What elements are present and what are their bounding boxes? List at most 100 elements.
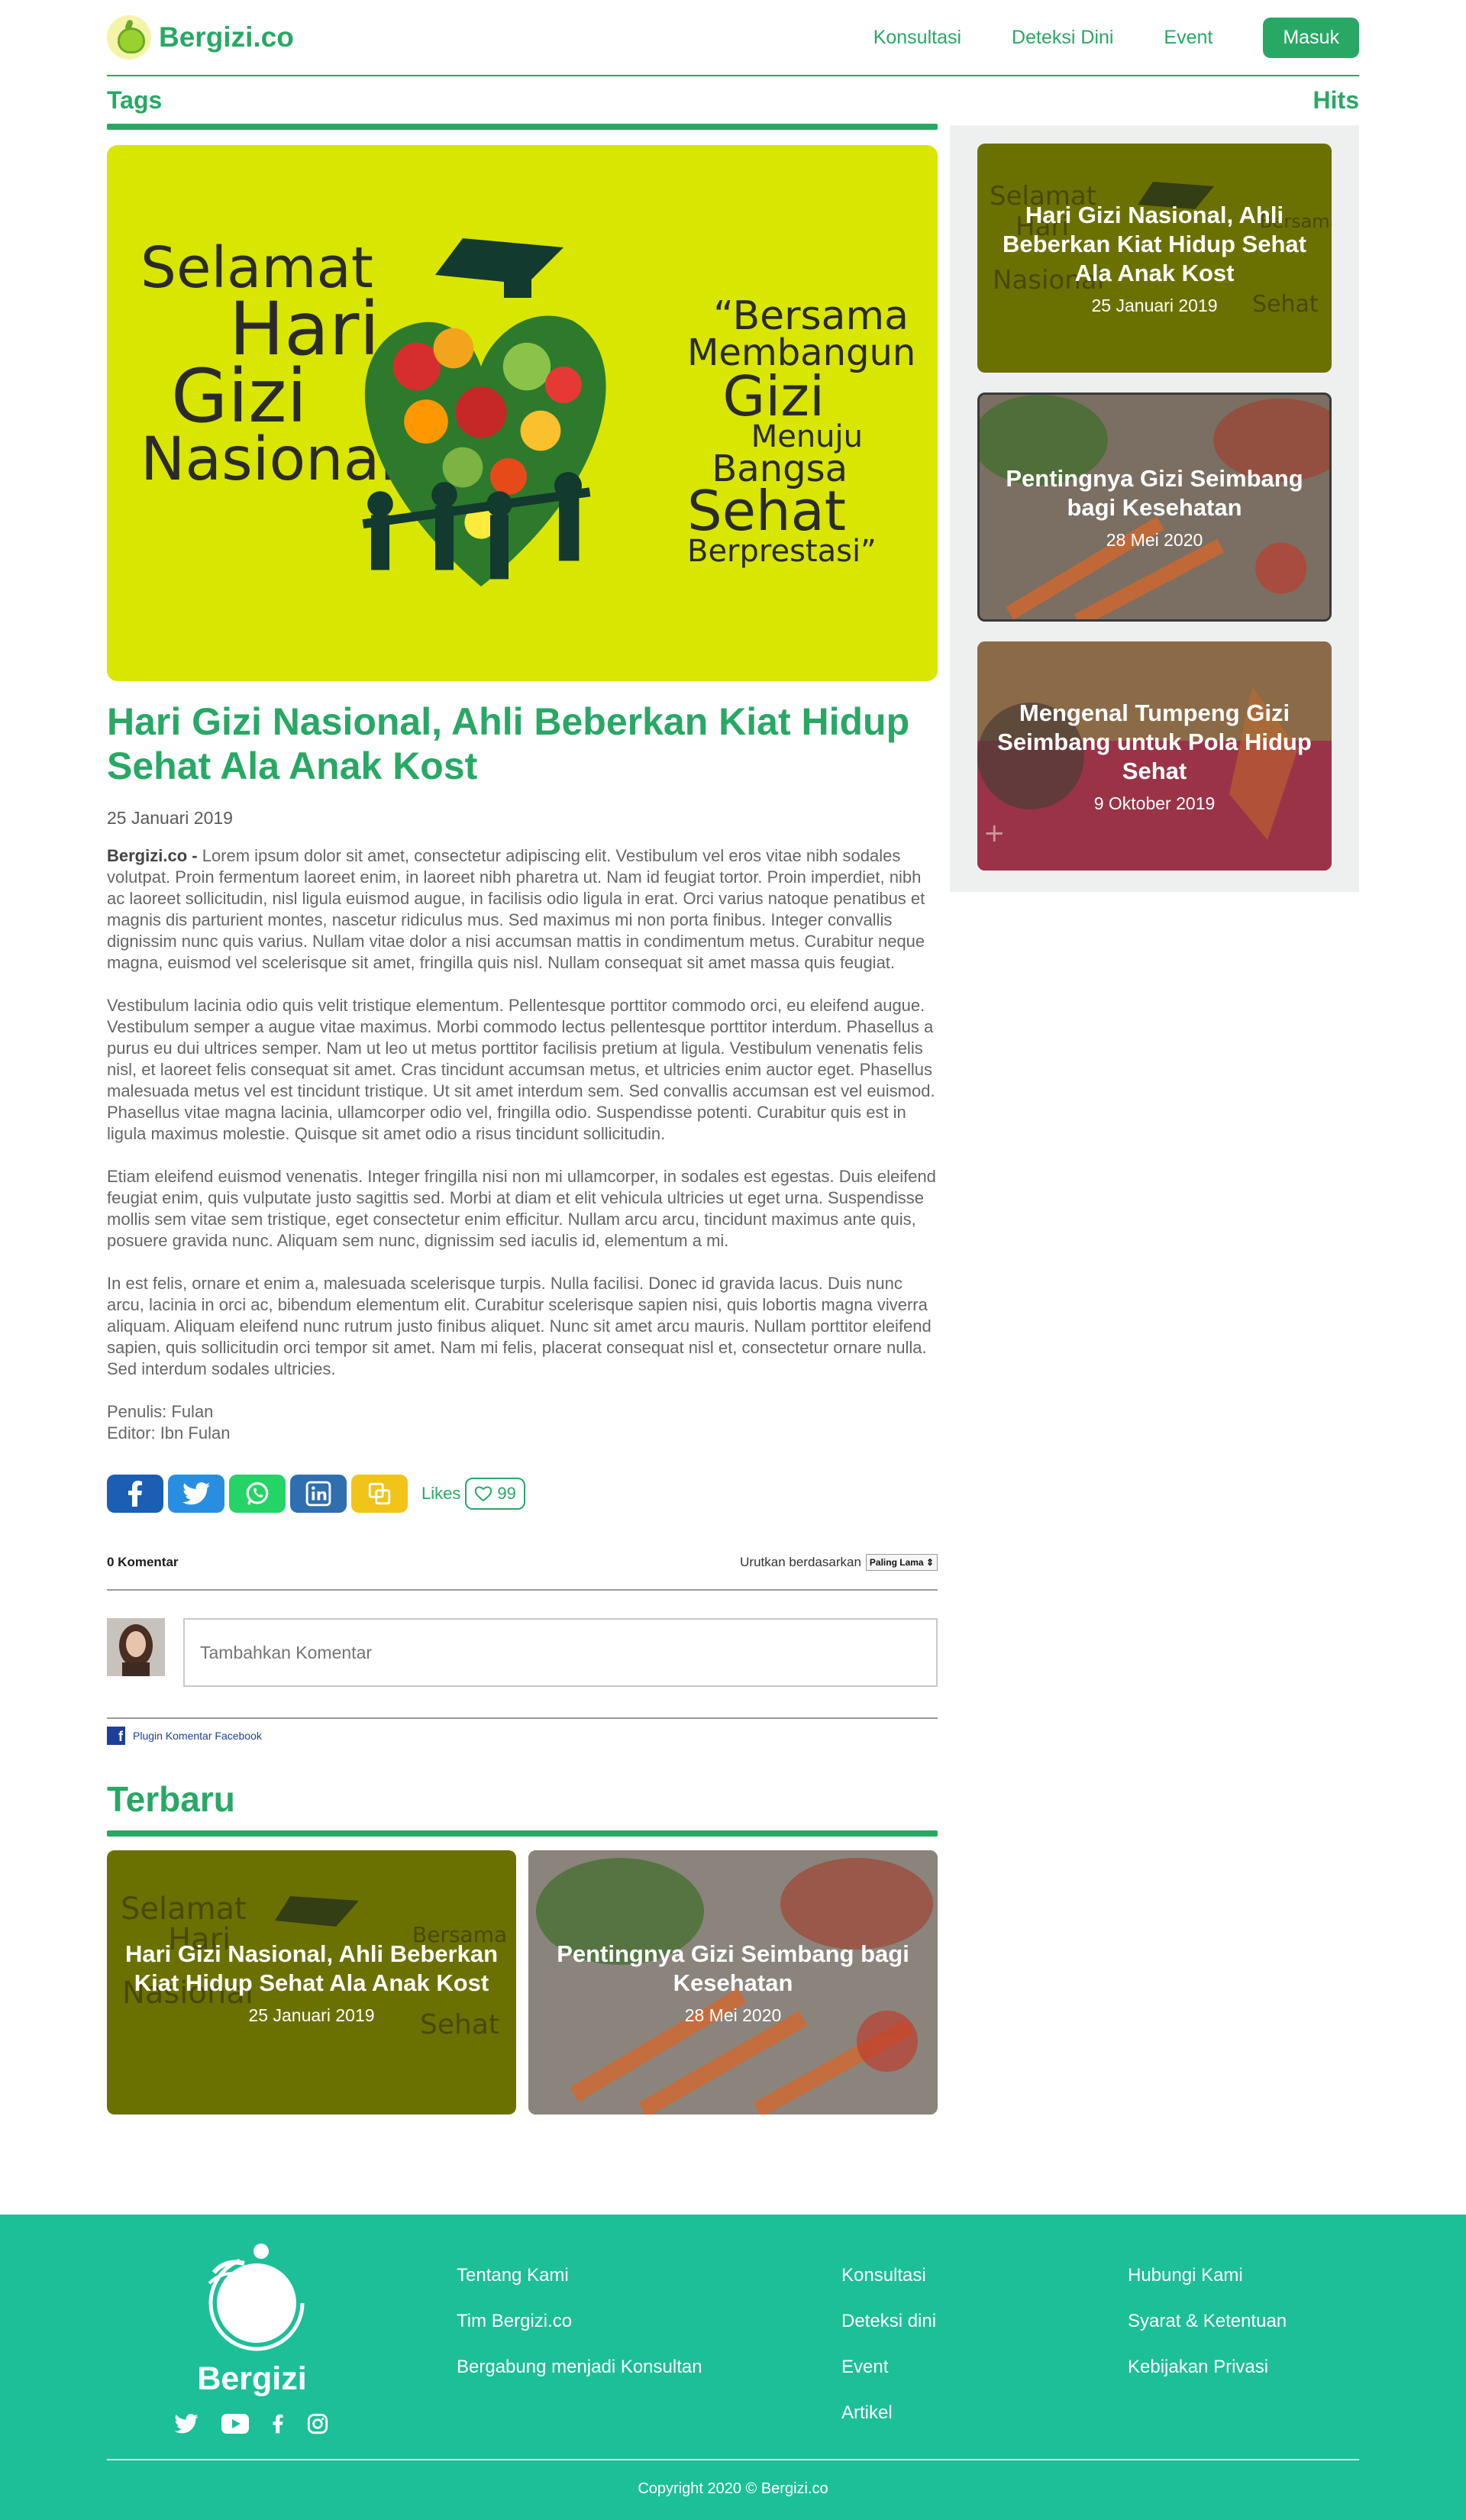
instagram-icon[interactable] [307,2413,328,2434]
twitter-icon[interactable] [174,2414,199,2434]
likes-count: 99 [497,1484,516,1503]
avatar [107,1618,165,1676]
hero-lettering: Gizi [722,364,825,428]
tags-label: Tags [107,86,163,114]
terbaru-card[interactable]: Selamat Hari Nasional Bersama Sehat Hari Gi… [107,1850,516,2115]
hits-sidebar: SelamatHariNasional BersamaSehat Hari Gi… [950,125,1359,892]
main-nav: Konsultasi Deteksi Dini Event Masuk [873,17,1359,58]
sort-value: Paling Lama [869,1557,924,1568]
comment-count: 0 Komentar [107,1555,179,1569]
footer-link-konsultasi[interactable]: Konsultasi [841,2265,936,2286]
terbaru-card[interactable]: Pentingnya Gizi Seimbang bagi Kesehatan … [528,1850,938,2115]
footer-link-privasi[interactable]: Kebijakan Privasi [1128,2357,1287,2378]
article-body: Bergizi.co - Lorem ipsum dolor sit amet,… [107,845,938,1380]
footer-link-artikel[interactable]: Artikel [841,2402,936,2424]
svg-text:Sehat: Sehat [420,2009,499,2040]
hits-card[interactable]: Pentingnya Gizi Seimbang bagi Kesehatan … [977,393,1332,622]
svg-text:Sehat: Sehat [1252,291,1319,318]
youtube-icon[interactable] [221,2414,249,2434]
like-button[interactable]: 99 [465,1478,525,1510]
card-title: Pentingnya Gizi Seimbang bagi Kesehatan [1006,464,1303,521]
nav-event[interactable]: Event [1164,27,1213,49]
hero-lettering: Berprestasi” [687,534,877,569]
terbaru-underline [107,1830,938,1837]
svg-text:+: + [983,818,1006,848]
footer-links-legal: Hubungi Kami Syarat & Ketentuan Kebijaka… [1128,2265,1287,2378]
hero-lettering: Sehat [687,479,846,543]
terbaru-grid: Selamat Hari Nasional Bersama Sehat Hari Gi… [107,1850,938,2115]
hero-lettering: “Bersama [713,293,909,339]
card-date: 25 Januari 2019 [1091,295,1218,315]
tags-underline [107,124,938,130]
footer-link-tentang[interactable]: Tentang Kami [457,2265,702,2286]
article-hero-image: Selamat Hari Gizi Nasional “Bersama Memb… [107,145,938,681]
card-date: 28 Mei 2020 [1106,529,1203,550]
page: Bergizi.co Konsultasi Deteksi Dini Event… [0,0,1466,2520]
article-date: 25 Januari 2019 [107,808,233,828]
facebook-comment-plugin[interactable]: f Plugin Komentar Facebook [107,1717,938,1745]
brand[interactable]: Bergizi.co [107,15,294,60]
card-title: Mengenal Tumpeng Gizi Seimbang untuk Pol… [997,699,1312,784]
facebook-icon [128,1481,142,1507]
card-date: 28 Mei 2020 [684,2005,782,2025]
facebook-square-icon: f [107,1727,125,1745]
twitter-icon [182,1482,210,1505]
article-title: Hari Gizi Nasional, Ahli Beberkan Kiat H… [107,700,910,787]
footer-link-event[interactable]: Event [841,2357,936,2378]
login-button[interactable]: Masuk [1263,17,1359,58]
footer-brand: Bergizi [197,2360,307,2397]
likes-label: Likes [421,1484,461,1503]
card-title: Hari Gizi Nasional, Ahli Beberkan Kiat H… [124,1940,499,1996]
share-bar: Likes 99 [107,1475,938,1513]
share-facebook-button[interactable] [107,1475,163,1513]
footer-link-konsultan[interactable]: Bergabung menjadi Konsultan [457,2357,702,2378]
brand-logo-icon [107,15,151,60]
section-labels: Tags Hits [107,76,1359,124]
facebook-icon[interactable] [272,2413,284,2434]
share-twitter-button[interactable] [168,1475,224,1513]
hits-label: Hits [1313,86,1359,114]
card-date: 25 Januari 2019 [248,2005,375,2025]
footer-links-about: Tentang Kami Tim Bergizi.co Bergabung me… [457,2265,702,2378]
top-navbar: Bergizi.co Konsultasi Deteksi Dini Event… [107,0,1359,76]
comments-header: 0 Komentar Urutkan berdasarkan Paling La… [107,1554,938,1591]
share-linkedin-button[interactable] [290,1475,347,1513]
article-editor: Editor: Ibn Fulan [107,1423,231,1443]
whatsapp-icon [246,1481,269,1505]
hits-card[interactable]: + Mengenal Tumpeng Gizi Seimbang untuk P… [977,641,1332,871]
article-column: Selamat Hari Gizi Nasional “Bersama Memb… [107,124,938,2115]
bergizi-logo-icon [208,2244,305,2351]
article-paragraph: Vestibulum lacinia odio quis velit trist… [107,996,935,1143]
sort-label: Urutkan berdasarkan [740,1555,861,1569]
nav-konsultasi[interactable]: Konsultasi [873,27,961,49]
card-title: Pentingnya Gizi Seimbang bagi Kesehatan [557,1940,909,1996]
comment-input[interactable] [183,1618,938,1687]
sort-select[interactable]: Paling Lama ⇕ [865,1554,938,1571]
hits-card[interactable]: SelamatHariNasional BersamaSehat Hari Gi… [977,144,1332,373]
footer-social [174,2413,328,2434]
footer-divider [107,2459,1359,2460]
footer: Bergizi Tentang Kami Tim Bergizi.co Berg… [0,2215,1466,2520]
terbaru-heading: Terbaru [107,1779,235,1819]
nav-deteksi-dini[interactable]: Deteksi Dini [1012,27,1113,49]
card-date: 9 Oktober 2019 [1093,793,1216,813]
footer-link-deteksi[interactable]: Deteksi dini [841,2311,936,2332]
copyright: Copyright 2020 © Bergizi.co [638,2480,828,2497]
article-paragraph: In est felis, ornare et enim a, malesuad… [107,1274,932,1378]
comment-sort: Urutkan berdasarkan Paling Lama ⇕ [740,1554,938,1571]
card-title: Hari Gizi Nasional, Ahli Beberkan Kiat H… [1003,201,1306,286]
copy-icon [368,1482,391,1505]
copy-link-button[interactable] [351,1475,408,1513]
linkedin-icon [305,1481,331,1507]
footer-link-hubungi[interactable]: Hubungi Kami [1128,2265,1287,2286]
article-author: Penulis: Fulan [107,1402,214,1421]
footer-link-syarat[interactable]: Syarat & Ketentuan [1128,2311,1287,2332]
chevron-updown-icon: ⇕ [925,1557,934,1568]
heart-fruits-illustration [362,238,606,586]
article-source: Bergizi.co - [107,846,198,865]
footer-link-tim[interactable]: Tim Bergizi.co [457,2311,702,2332]
brand-name: Bergizi.co [159,21,294,53]
footer-logo[interactable]: Bergizi [183,2242,321,2398]
share-whatsapp-button[interactable] [229,1475,286,1513]
user-avatar-icon [107,1618,165,1676]
